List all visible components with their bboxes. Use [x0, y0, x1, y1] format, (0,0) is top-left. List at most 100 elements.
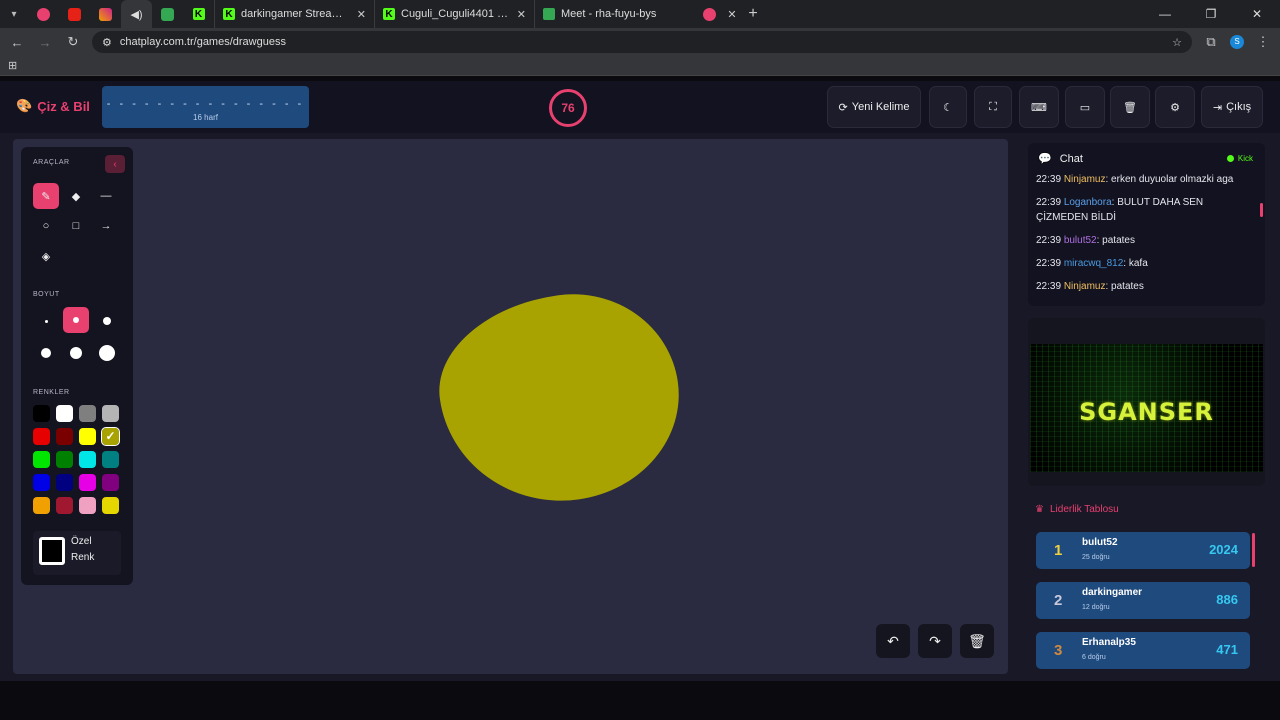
- chat-messages[interactable]: 22:39 Ninjamuz: erken duyuolar olmazki a…: [1036, 172, 1258, 302]
- clear-canvas-button[interactable]: 🗑: [960, 624, 994, 658]
- color-swatch[interactable]: [79, 451, 96, 468]
- trash-icon: 🗑: [1123, 101, 1137, 114]
- pinned-tab[interactable]: [694, 0, 725, 28]
- round-timer: 76: [549, 89, 587, 127]
- crown-icon: ♛: [1035, 504, 1044, 515]
- rectangle-tool[interactable]: □: [63, 213, 89, 239]
- size-option-6[interactable]: [99, 345, 115, 361]
- redo-button[interactable]: ↷: [918, 624, 952, 658]
- message-user[interactable]: Ninjamuz: [1064, 174, 1106, 185]
- pinned-tab[interactable]: [90, 0, 121, 28]
- close-tab-icon[interactable]: ✕: [725, 0, 739, 28]
- color-swatch[interactable]: [56, 405, 73, 422]
- custom-color-preview: [39, 537, 65, 565]
- color-swatch[interactable]: [33, 497, 50, 514]
- theme-toggle-button[interactable]: ☾: [929, 86, 967, 128]
- message-user[interactable]: Ninjamuz: [1064, 281, 1106, 292]
- pinned-tab[interactable]: [28, 0, 59, 28]
- new-tab-button[interactable]: +: [739, 5, 767, 23]
- drawing-canvas[interactable]: ↶ ↷ 🗑: [13, 139, 1008, 674]
- color-swatch[interactable]: [102, 497, 119, 514]
- leaderboard-row[interactable]: 2 darkingamer 12 doğru 886: [1036, 582, 1250, 619]
- site-info-icon[interactable]: ⚙: [102, 36, 112, 49]
- size-option-5[interactable]: [70, 347, 82, 359]
- undo-button[interactable]: ↶: [876, 624, 910, 658]
- color-swatch[interactable]: [79, 405, 96, 422]
- color-swatch[interactable]: [56, 497, 73, 514]
- tab-search-button[interactable]: ▾: [0, 0, 28, 28]
- chat-message: 22:39 Loganbora: BULUT DAHA SEN ÇİZMEDEN…: [1036, 195, 1258, 225]
- extensions-icon[interactable]: ⧉: [1202, 34, 1220, 50]
- close-tab-icon[interactable]: ✕: [357, 8, 366, 21]
- size-option-4[interactable]: [41, 348, 51, 358]
- message-user[interactable]: bulut52: [1064, 235, 1097, 246]
- forward-icon[interactable]: →: [36, 35, 54, 50]
- brand[interactable]: 🎨 Çiz & Bil: [16, 98, 90, 114]
- status-dot: [1226, 155, 1234, 162]
- leaderboard-scrollbar[interactable]: [1252, 533, 1255, 567]
- color-swatch[interactable]: [102, 474, 119, 491]
- size-option-2-selected[interactable]: [63, 307, 89, 333]
- fill-tool[interactable]: ◈: [33, 243, 59, 269]
- color-swatch[interactable]: [56, 474, 73, 491]
- delete-button[interactable]: 🗑: [1110, 86, 1150, 128]
- color-swatch[interactable]: [33, 428, 50, 445]
- chat-scrollbar[interactable]: [1260, 203, 1263, 217]
- minimize-icon[interactable]: —: [1142, 7, 1188, 21]
- menu-icon[interactable]: ⋮: [1254, 34, 1272, 50]
- message-text: : patates: [1105, 281, 1144, 292]
- close-tab-icon[interactable]: ✕: [517, 8, 526, 21]
- color-swatch[interactable]: [102, 451, 119, 468]
- pinned-tab[interactable]: K: [183, 0, 214, 28]
- collapse-panel-button[interactable]: ‹: [105, 155, 125, 173]
- color-swatch[interactable]: [56, 451, 73, 468]
- leaderboard-title: ♛ Liderlik Tablosu: [1035, 504, 1119, 515]
- back-icon[interactable]: ←: [8, 35, 26, 50]
- pinned-tab[interactable]: [59, 0, 90, 28]
- color-swatch[interactable]: [79, 428, 96, 445]
- size-option-3[interactable]: [103, 317, 111, 325]
- pinned-tab[interactable]: [152, 0, 183, 28]
- new-word-button[interactable]: ⟳ Yeni Kelime: [827, 86, 921, 128]
- message-user[interactable]: Loganbora: [1064, 197, 1112, 208]
- color-swatch[interactable]: [79, 497, 96, 514]
- eraser-tool[interactable]: ◆: [63, 183, 89, 209]
- restore-icon[interactable]: ❐: [1188, 7, 1234, 21]
- exit-button[interactable]: ⇥ Çıkış: [1201, 86, 1263, 128]
- custom-color-button[interactable]: Özel Renk: [33, 531, 121, 575]
- size-option-1[interactable]: [45, 320, 48, 323]
- chat-message: 22:39 bulut52: patates: [1036, 233, 1258, 248]
- line-tool[interactable]: —: [93, 183, 119, 209]
- banner-text: SGANSER: [1079, 398, 1214, 426]
- leaderboard-row[interactable]: 1 bulut52 25 doğru 2024: [1036, 532, 1250, 569]
- tool-panel: ARAÇLAR ‹ ✎ ◆ — ○ □ → ◈ BOYUT RENKLER ✓ …: [21, 147, 133, 585]
- message-user[interactable]: miracwq_812: [1064, 258, 1123, 269]
- brush-tool[interactable]: ✎: [33, 183, 59, 209]
- circle-tool[interactable]: ○: [33, 213, 59, 239]
- color-swatch[interactable]: [33, 474, 50, 491]
- color-swatch[interactable]: [33, 405, 50, 422]
- keyboard-icon: ⌨: [1031, 101, 1047, 114]
- browser-tab[interactable]: K Cuguli_Cuguli4401 Stream - W... ✕: [374, 0, 534, 28]
- color-swatch[interactable]: [102, 405, 119, 422]
- reload-icon[interactable]: ↻: [64, 34, 82, 50]
- url-field[interactable]: ⚙ chatplay.com.tr/games/drawguess ☆: [92, 31, 1192, 53]
- profile-avatar[interactable]: S: [1230, 35, 1244, 49]
- browser-tab[interactable]: Meet - rha-fuyu-bys: [534, 0, 694, 28]
- color-swatch[interactable]: [33, 451, 50, 468]
- speaker-icon: ◀): [130, 8, 143, 21]
- close-window-icon[interactable]: ✕: [1234, 7, 1280, 21]
- pinned-tab-active[interactable]: ◀): [121, 0, 152, 28]
- arrow-tool[interactable]: →: [93, 213, 119, 239]
- apps-grid-icon[interactable]: ⊞: [8, 59, 17, 72]
- color-swatch[interactable]: [79, 474, 96, 491]
- settings-button[interactable]: ⚙: [1155, 86, 1195, 128]
- keyboard-button[interactable]: ⌨: [1019, 86, 1059, 128]
- fullscreen-button[interactable]: ⛶: [974, 86, 1012, 128]
- color-swatch[interactable]: ✓: [101, 427, 120, 446]
- color-swatch[interactable]: [56, 428, 73, 445]
- leaderboard-row[interactable]: 3 Erhanalp35 6 doğru 471: [1036, 632, 1250, 669]
- bookmark-star-icon[interactable]: ☆: [1172, 36, 1182, 49]
- archive-button[interactable]: ▭: [1065, 86, 1105, 128]
- browser-tab[interactable]: K darkingamer Stream - Kick Das... ✕: [214, 0, 374, 28]
